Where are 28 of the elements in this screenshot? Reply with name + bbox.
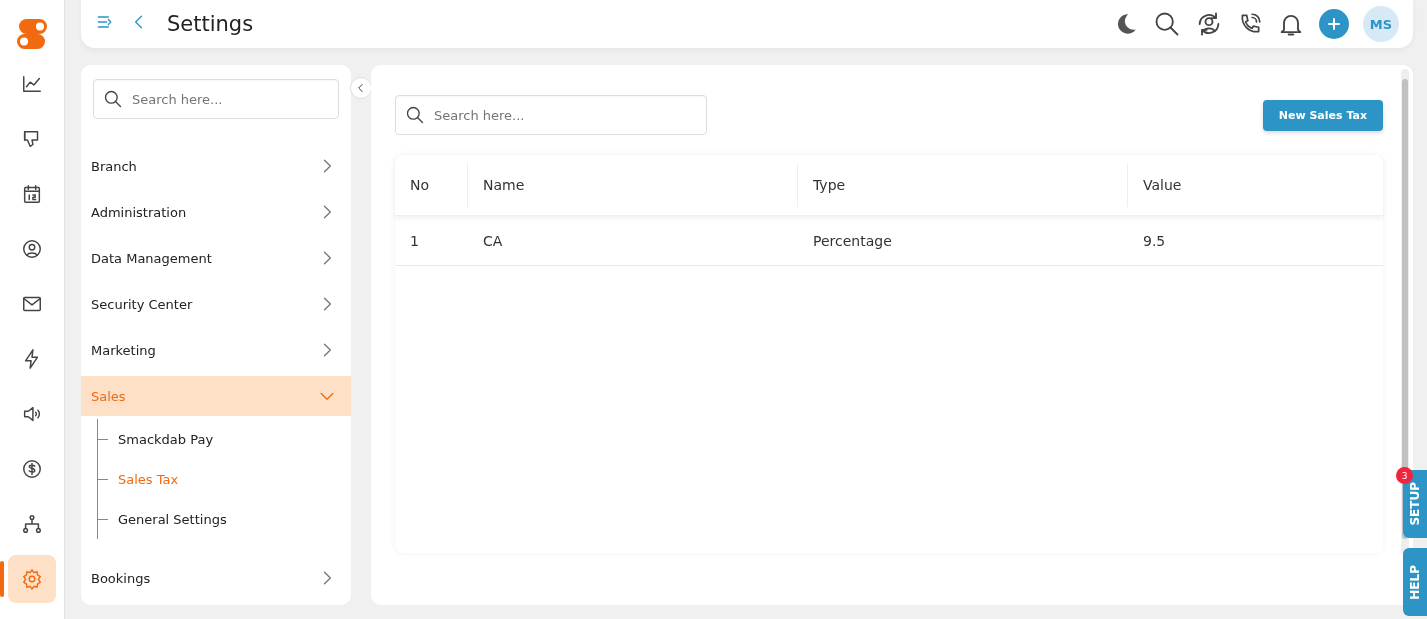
table-cell-text: 9.5 (1142, 231, 1167, 251)
menu-item[interactable]: Bookings (81, 555, 351, 601)
search-icon[interactable] (405, 105, 425, 125)
menu-item[interactable]: Security Center (81, 281, 351, 327)
user-circle-icon[interactable] (21, 238, 43, 260)
submenu-item[interactable]: Smackdab Pay (118, 431, 214, 447)
search-icon[interactable] (1153, 10, 1181, 38)
table-cell-text: CA (482, 231, 504, 251)
page-title: Settings (167, 12, 255, 36)
search-field[interactable]: Search here... (395, 95, 707, 135)
column-header: No (395, 163, 468, 207)
column-header: Value (1142, 176, 1183, 195)
column-header: Type (798, 163, 1128, 207)
menu-item[interactable]: Administration (81, 189, 351, 235)
search-icon[interactable] (103, 89, 123, 109)
column-header: Name (468, 163, 798, 207)
table-cell-text: Percentage (812, 231, 893, 251)
submenu-item[interactable]: General Settings (118, 511, 227, 527)
logo-icon[interactable] (15, 18, 49, 50)
line-chart-icon[interactable] (21, 73, 43, 95)
calendar-icon[interactable] (21, 183, 43, 205)
table-cell-text: 1 (409, 231, 420, 251)
menu-item[interactable]: Marketing (81, 327, 351, 373)
search-field[interactable]: Search here... (93, 79, 339, 119)
menu-item[interactable]: Data Management (81, 235, 351, 281)
dollar-icon[interactable] (21, 458, 43, 480)
menu-item[interactable]: Branch (81, 143, 351, 189)
hierarchy-icon[interactable] (21, 513, 43, 535)
